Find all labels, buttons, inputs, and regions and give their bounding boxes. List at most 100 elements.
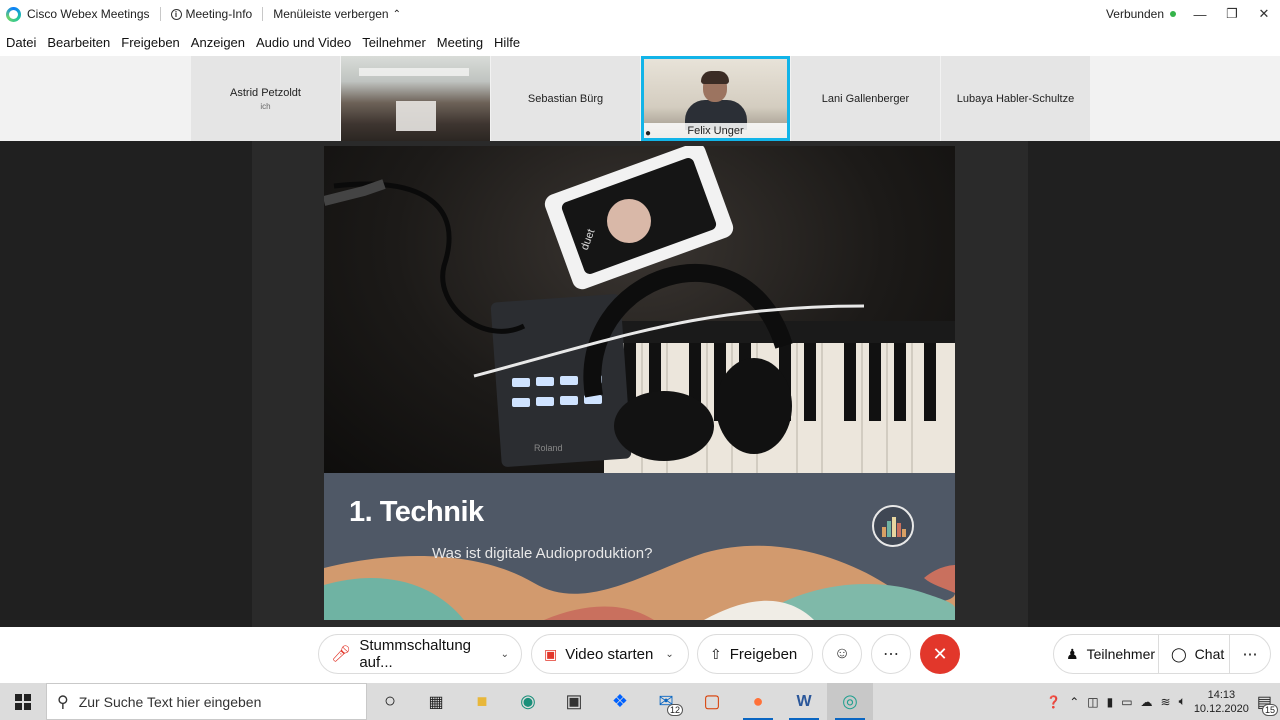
chat-button[interactable]: ◯ Chat [1158, 634, 1230, 674]
store-icon[interactable]: ▣ [551, 683, 597, 720]
wave-red [924, 565, 955, 593]
participants-panel-button[interactable]: ♟ Teilnehmer [1053, 634, 1159, 674]
share-button[interactable]: ⇧ Freigeben [697, 634, 813, 674]
clock-time: 14:13 [1207, 688, 1236, 701]
chat-icon: ◯ [1171, 645, 1187, 662]
room-ceiling-light [359, 68, 469, 76]
mail-icon[interactable]: ✉ 12 [643, 683, 689, 720]
equalizer-logo-icon [872, 505, 914, 547]
menu-bearbeiten[interactable]: Bearbeiten [47, 35, 110, 50]
notification-count: 15 [1261, 703, 1278, 716]
end-meeting-button[interactable]: ✕ [920, 634, 960, 674]
help-icon[interactable]: ❓ [1046, 695, 1061, 709]
word-icon[interactable]: W [781, 683, 827, 720]
chat-label: Chat [1194, 646, 1225, 662]
shared-slide: Roland duet 1. Technik Was ist digitale [324, 146, 955, 620]
reactions-button[interactable]: ☺ [822, 634, 862, 674]
taskbar-clock[interactable]: 14:13 10.12.2020 [1194, 688, 1249, 716]
divider [262, 7, 264, 21]
cloud-icon[interactable]: ☁ [1141, 695, 1153, 709]
participant-strip: Astrid Petzoldt ich Sebastian Bürg Felix… [0, 56, 1280, 141]
status-label: Verbunden [1105, 7, 1164, 21]
start-video-button[interactable]: ▣ Video starten ⌄ [531, 634, 689, 674]
search-icon: ⚲ [57, 693, 69, 711]
slide-title: 1. Technik [349, 496, 484, 528]
windows-logo-icon [15, 693, 31, 710]
volume-icon[interactable]: 🔈︎ [1179, 694, 1186, 709]
chevron-down-icon[interactable]: ⌄ [501, 649, 509, 660]
audio-icon: ● [645, 128, 652, 139]
windows-taskbar: ⚲ Zur Suche Text hier eingeben ○ ▦ ■ ◉ ▣… [0, 683, 1280, 720]
menu-teilnehmer[interactable]: Teilnehmer [362, 35, 426, 50]
participant-name-bar: Felix Unger [644, 123, 787, 138]
menu-bar: Datei Bearbeiten Freigeben Anzeigen Audi… [0, 28, 1280, 56]
participant-tile-sebastian[interactable]: Sebastian Bürg [491, 56, 640, 141]
restore-button[interactable]: ❐ [1216, 0, 1248, 28]
connection-status: Verbunden [1106, 7, 1176, 21]
participant-self-label: ich [260, 101, 271, 111]
panel-more-button[interactable]: ⋯ [1229, 634, 1271, 674]
menu-datei[interactable]: Datei [6, 35, 36, 50]
status-dot-icon [1170, 11, 1176, 17]
mic-off-icon: 🎤︎ [331, 646, 352, 663]
close-button[interactable]: ✕ [1248, 0, 1280, 28]
wifi-icon[interactable]: ≋ [1161, 695, 1171, 709]
battery-icon[interactable]: ▮ [1107, 695, 1114, 709]
office-icon[interactable]: ▢ [689, 683, 735, 720]
person-hair [701, 71, 729, 84]
file-explorer-icon[interactable]: ■ [459, 683, 505, 720]
mail-badge: 12 [666, 704, 683, 716]
chevron-up-icon[interactable]: ⌃ [1069, 695, 1079, 709]
participant-name: Sebastian Bürg [527, 92, 604, 105]
more-options-button[interactable]: ⋯ [871, 634, 911, 674]
menu-freigeben[interactable]: Freigeben [121, 35, 180, 50]
hide-menu-button[interactable]: Menüleiste verbergen ⌃ [273, 7, 401, 21]
participant-tile-astrid[interactable]: Astrid Petzoldt ich [191, 56, 340, 141]
menu-hilfe[interactable]: Hilfe [494, 35, 520, 50]
participant-tile-lani[interactable]: Lani Gallenberger [791, 56, 940, 141]
share-label: Freigeben [729, 645, 798, 663]
participant-name: Felix Unger [687, 124, 744, 137]
mute-button[interactable]: 🎤︎ Stummschaltung auf... ⌄ [318, 634, 522, 674]
participant-video-room[interactable] [341, 56, 490, 141]
more-icon: ⋯ [883, 646, 899, 663]
firefox-icon[interactable]: ● [735, 683, 781, 720]
windows-start-button[interactable] [0, 683, 46, 720]
display-icon[interactable]: ▭ [1121, 695, 1132, 709]
hide-menu-label: Menüleiste verbergen [273, 7, 389, 21]
participant-name: Astrid Petzoldt [230, 86, 301, 99]
menu-audio-video[interactable]: Audio und Video [256, 35, 351, 50]
video-off-icon: ▣ [544, 645, 558, 662]
person-icon: ♟ [1066, 645, 1079, 662]
edge-browser-icon[interactable]: ◉ [505, 683, 551, 720]
device-icon[interactable]: ◫ [1087, 695, 1098, 709]
minimize-button[interactable]: — [1184, 0, 1216, 28]
studio-gear-illustration: Roland duet [324, 146, 955, 473]
headphone-ear-left [614, 391, 714, 461]
drum-machine-brand: Roland [534, 443, 563, 453]
taskbar-search[interactable]: ⚲ Zur Suche Text hier eingeben [46, 683, 367, 720]
window-titlebar: Cisco Webex Meetings i Meeting-Info Menü… [0, 0, 1280, 28]
mute-label: Stummschaltung auf... [359, 637, 472, 671]
participants-label: Teilnehmer [1086, 646, 1156, 662]
info-icon: i [170, 8, 182, 20]
notifications-icon[interactable]: ▤ 15 [1257, 692, 1278, 716]
webex-taskbar-icon[interactable]: ◎ [827, 683, 873, 720]
menu-anzeigen[interactable]: Anzeigen [191, 35, 245, 50]
slide-photo: Roland duet [324, 146, 955, 473]
cortana-icon[interactable]: ○ [367, 683, 413, 720]
dropbox-icon[interactable]: ❖ [597, 683, 643, 720]
video-label: Video starten [565, 645, 654, 663]
search-placeholder: Zur Suche Text hier eingeben [78, 693, 262, 710]
meeting-info-button[interactable]: i Meeting-Info [170, 7, 253, 21]
meeting-controls: 🎤︎ Stummschaltung auf... ⌄ ▣ Video start… [0, 627, 1280, 683]
app-title: Cisco Webex Meetings [27, 7, 150, 21]
participant-tile-lubaya[interactable]: Lubaya Habler-Schultze [941, 56, 1090, 141]
audio-interface-knob [607, 199, 651, 243]
menu-meeting[interactable]: Meeting [437, 35, 483, 50]
chevron-down-icon[interactable]: ⌄ [665, 649, 673, 660]
participant-tile-felix-active[interactable]: Felix Unger ● [641, 56, 790, 141]
meeting-info-label: Meeting-Info [185, 7, 253, 21]
slide-subtitle: Was ist digitale Audioproduktion? [432, 545, 653, 562]
task-view-icon[interactable]: ▦ [413, 683, 459, 720]
